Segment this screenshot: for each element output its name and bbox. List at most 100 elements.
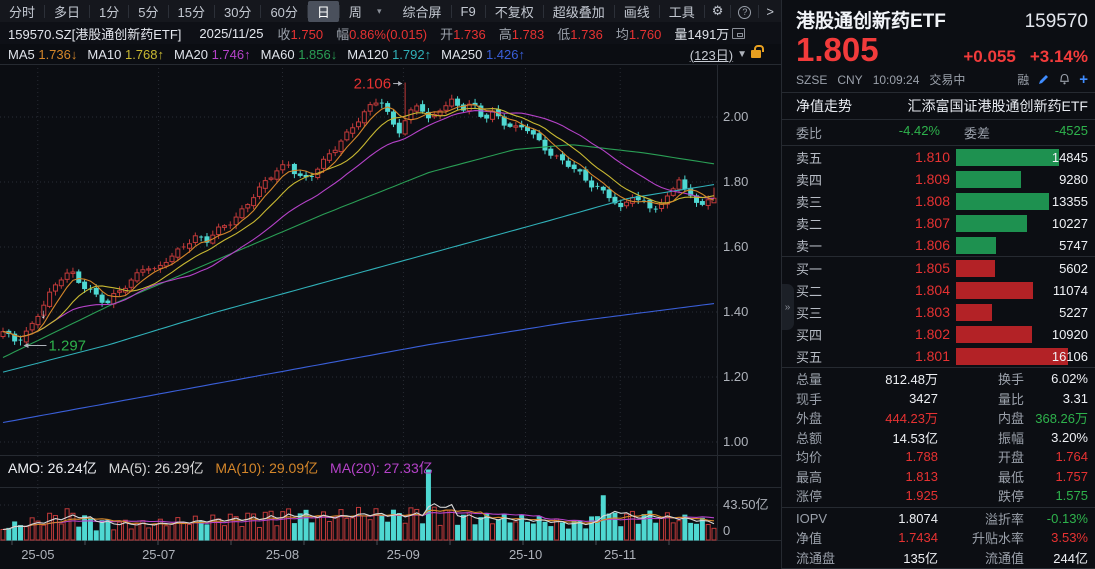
ma-legend-MA120: MA120 1.792↑ — [347, 47, 431, 62]
margin-flag: 融 — [1017, 71, 1029, 88]
stats-row-1: 净值1.7434升贴水率3.53% — [782, 528, 1095, 548]
quote-field-4: 低1.736 — [557, 24, 603, 43]
alert-bell-icon[interactable] — [1058, 73, 1071, 86]
commission-diff-label: 委差 — [940, 123, 990, 142]
ask-depth-bar — [956, 237, 996, 254]
period-tabs: 分时多日1分5分15分30分60分日周 — [0, 1, 371, 22]
period-tab-8[interactable]: 周 — [340, 1, 371, 22]
ask-row-3[interactable]: 卖二1.80710227 — [782, 212, 1095, 234]
quote-panel: » 港股通创新药ETF 159570 1.805 +0.055 +3.14% S… — [781, 0, 1095, 569]
ma-legend-MA10: MA10 1.768↑ — [87, 47, 164, 62]
pip-window-icon[interactable] — [732, 28, 745, 39]
ask-row-0[interactable]: 卖五1.81014845 — [782, 146, 1095, 168]
quote-info-bar: 159570.SZ[港股通创新药ETF] 2025/11/25 收1.750 幅0… — [0, 22, 781, 44]
settings-gear-icon[interactable]: ⚙ — [705, 3, 731, 19]
svg-text:1.40: 1.40 — [723, 304, 748, 319]
ask-row-1[interactable]: 卖四1.8099280 — [782, 168, 1095, 190]
stock-name: 港股通创新药ETF — [796, 6, 946, 33]
kline-chart[interactable]: 2.001.801.601.401.201.0043.50亿025-0525-0… — [0, 64, 781, 569]
toolbar-tools: 综合屏F9不复权超级叠加画线工具 ⚙ ? > — [394, 1, 782, 22]
period-count-selector[interactable]: (123日) — [690, 45, 733, 64]
period-tab-6[interactable]: 60分 — [261, 1, 306, 22]
ask-row-2[interactable]: 卖三1.80813355 — [782, 190, 1095, 212]
tool-button-0[interactable]: 综合屏 — [394, 1, 451, 22]
period-count-dropdown-icon[interactable]: ▼ — [737, 49, 747, 60]
symbol-label: 159570.SZ[港股通创新药ETF] — [8, 24, 181, 43]
expand-chevron-icon[interactable]: > — [759, 4, 781, 19]
bid-row-0[interactable]: 买一1.8055602 — [782, 257, 1095, 279]
period-tab-7[interactable]: 日 — [308, 1, 339, 22]
stats-row-2: 外盘444.23万内盘368.26万 — [782, 408, 1095, 428]
quote-field-2: 开1.736 — [440, 24, 486, 43]
commission-diff-value: -4525 — [990, 123, 1088, 142]
period-tab-2[interactable]: 1分 — [90, 1, 128, 22]
stock-app-window: 分时多日1分5分15分30分60分日周 ▾ 综合屏F9不复权超级叠加画线工具 ⚙… — [0, 0, 1095, 569]
tool-button-5[interactable]: 工具 — [660, 1, 704, 22]
help-icon[interactable]: ? — [731, 3, 758, 19]
price-change-pct: +3.14% — [1030, 47, 1088, 67]
ask-depth-bar — [956, 193, 1049, 210]
ma-legend-MA250: MA250 1.426↑ — [441, 47, 525, 62]
ask-row-4[interactable]: 卖一1.8065747 — [782, 234, 1095, 256]
svg-text:0: 0 — [723, 523, 730, 538]
tool-button-2[interactable]: 不复权 — [486, 1, 543, 22]
ma-legend-MA5: MA5 1.736↓ — [8, 47, 77, 62]
commission-row: 委比 -4.42% 委差 -4525 — [782, 120, 1095, 146]
ask-book: 卖五1.81014845卖四1.8099280卖三1.80813355卖二1.8… — [782, 146, 1095, 257]
volume-ma5-label: MA(5): 26.29亿 — [109, 460, 204, 476]
bid-row-4[interactable]: 买五1.80116106 — [782, 345, 1095, 367]
bid-row-2[interactable]: 买三1.8035227 — [782, 301, 1095, 323]
stock-code: 159570 — [1025, 11, 1088, 33]
more-periods-dropdown-icon[interactable]: ▾ — [371, 6, 388, 17]
commission-ratio-label: 委比 — [796, 123, 842, 142]
tool-buttons: 综合屏F9不复权超级叠加画线工具 — [394, 1, 705, 22]
signal-down-arrow: ↓ — [40, 306, 47, 321]
svg-text:25-08: 25-08 — [266, 547, 299, 562]
ask-depth-bar — [956, 215, 1027, 232]
tool-button-1[interactable]: F9 — [452, 3, 485, 20]
unlock-icon[interactable] — [751, 50, 761, 58]
period-toolbar: 分时多日1分5分15分30分60分日周 ▾ 综合屏F9不复权超级叠加画线工具 ⚙… — [0, 0, 781, 22]
quote-field-0: 收1.750 — [278, 24, 324, 43]
tool-button-3[interactable]: 超级叠加 — [544, 1, 614, 22]
svg-text:25-10: 25-10 — [509, 547, 542, 562]
ma-items: MA5 1.736↓ MA10 1.768↑ MA20 1.746↑ MA60 1.8… — [8, 47, 535, 62]
svg-text:25-11: 25-11 — [604, 547, 636, 562]
period-tab-3[interactable]: 5分 — [129, 1, 167, 22]
quote-date: 2025/11/25 — [199, 26, 263, 41]
bid-depth-bar — [956, 326, 1032, 343]
bid-row-1[interactable]: 买二1.80411074 — [782, 279, 1095, 301]
stats-row-4: 均价1.788开盘1.764 — [782, 447, 1095, 467]
volume-ma10-label: MA(10): 29.09亿 — [215, 460, 318, 476]
period-tab-0[interactable]: 分时 — [0, 1, 44, 22]
svg-text:1.00: 1.00 — [723, 434, 748, 449]
svg-text:2.00: 2.00 — [723, 109, 748, 124]
ma-legend-MA20: MA20 1.746↑ — [174, 47, 251, 62]
bid-depth-bar — [956, 282, 1033, 299]
nav-trend-label[interactable]: 净值走势 — [796, 96, 852, 116]
high-annotation: 2.106 — [354, 76, 392, 93]
low-annotation: 1.297 — [48, 337, 86, 354]
bid-book: 买一1.8055602买二1.80411074买三1.8035227买四1.80… — [782, 257, 1095, 368]
ask-depth-bar — [956, 171, 1021, 188]
stats-block-main: 总量812.48万换手6.02%现手3427量比3.31外盘444.23万内盘3… — [782, 368, 1095, 508]
edit-pencil-icon[interactable] — [1037, 73, 1050, 86]
amo-label: AMO: 26.24亿 — [8, 460, 97, 476]
commission-ratio-value: -4.42% — [842, 123, 940, 142]
fund-name-link[interactable]: 汇添富国证港股通创新药ETF — [908, 96, 1088, 116]
stats-row-0: IOPV1.8074溢折率-0.13% — [782, 509, 1095, 529]
period-tab-5[interactable]: 30分 — [215, 1, 260, 22]
svg-text:1.80: 1.80 — [723, 174, 748, 189]
bid-row-3[interactable]: 买四1.80210920 — [782, 323, 1095, 345]
tool-button-4[interactable]: 画线 — [615, 1, 659, 22]
nav-fund-row[interactable]: 净值走势 汇添富国证港股通创新药ETF — [782, 93, 1095, 120]
svg-text:25-09: 25-09 — [387, 547, 420, 562]
ma-legend-MA60: MA60 1.856↓ — [261, 47, 338, 62]
add-to-watchlist-icon[interactable]: + — [1079, 74, 1088, 86]
quote-field-1: 幅0.86%(0.015) — [336, 24, 427, 43]
period-tab-4[interactable]: 15分 — [169, 1, 214, 22]
period-tab-1[interactable]: 多日 — [45, 1, 89, 22]
stats-row-2: 流通盘135亿流通值244亿 — [782, 548, 1095, 568]
stats-row-0: 总量812.48万换手6.02% — [782, 369, 1095, 389]
bid-depth-bar — [956, 304, 992, 321]
